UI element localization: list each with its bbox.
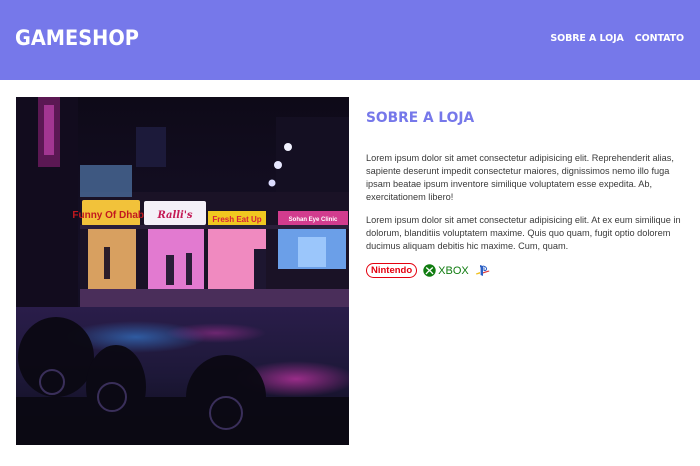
about-section: SOBRE A LOJA Lorem ipsum dolor sit amet … xyxy=(366,110,682,278)
sign-clinic: Sohan Eye Clinic xyxy=(289,217,338,223)
sign-dhaba: Funny Of Dhaba xyxy=(72,210,150,221)
nav-link-contato[interactable]: CONTATO xyxy=(635,33,684,44)
store-photo: Funny Of Dhaba Ralli's Fresh Eat Up Soha… xyxy=(16,97,349,445)
xbox-logo: XBOX xyxy=(423,264,469,277)
brand-logos: Nintendo XBOX xyxy=(366,263,682,278)
playstation-icon xyxy=(475,264,490,276)
section-title: SOBRE A LOJA xyxy=(366,110,475,126)
site-header: GAMESHOP SOBRE A LOJA CONTATO xyxy=(0,0,700,80)
nintendo-logo: Nintendo xyxy=(366,263,418,278)
main-nav: SOBRE A LOJA CONTATO xyxy=(550,33,684,44)
about-paragraph-1: Lorem ipsum dolor sit amet consectetur a… xyxy=(366,153,674,202)
nav-link-sobre-a-loja[interactable]: SOBRE A LOJA xyxy=(550,33,624,44)
sign-rallis: Ralli's xyxy=(156,210,192,221)
about-paragraph-2: Lorem ipsum dolor sit amet consectetur a… xyxy=(366,215,681,251)
xbox-icon xyxy=(423,264,436,277)
xbox-label: XBOX xyxy=(438,264,469,277)
site-logo[interactable]: GAMESHOP xyxy=(15,26,139,50)
sign-fresh: Fresh Eat Up xyxy=(212,215,261,224)
